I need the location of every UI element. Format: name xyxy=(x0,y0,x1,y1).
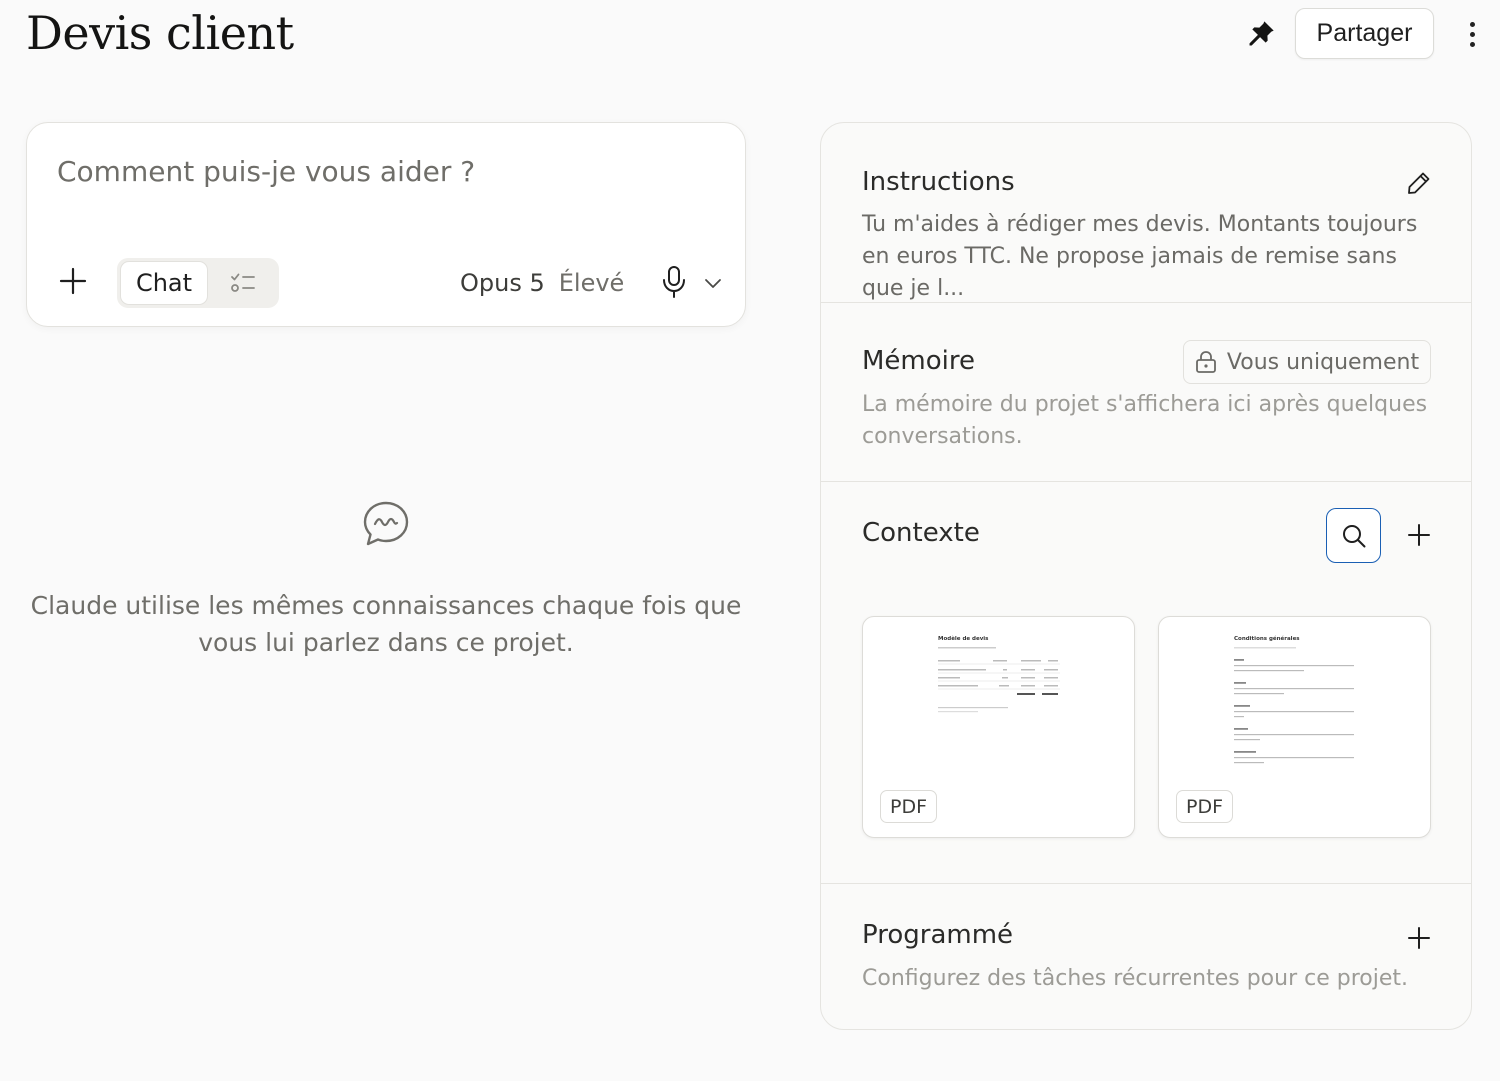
lock-icon xyxy=(1196,351,1216,373)
mode-chat-button[interactable]: Chat xyxy=(120,261,208,305)
mode-tasks-button[interactable] xyxy=(223,268,263,298)
microphone-icon xyxy=(663,266,685,298)
svg-text:Modèle de devis: Modèle de devis xyxy=(938,635,989,642)
more-options-button[interactable] xyxy=(1456,14,1488,54)
page-title: Devis client xyxy=(26,6,294,60)
scheduled-text: Configurez des tâches récurrentes pour c… xyxy=(862,966,1408,991)
edit-instructions-button[interactable] xyxy=(1399,163,1439,203)
model-selector[interactable]: Opus 5 Élevé xyxy=(460,265,624,301)
memory-text: La mémoire du projet s'affichera ici apr… xyxy=(862,392,1428,449)
pin-button[interactable] xyxy=(1243,16,1279,52)
prompt-input[interactable] xyxy=(57,151,697,191)
search-icon xyxy=(1342,524,1365,547)
voice-input-button[interactable] xyxy=(657,263,691,301)
file-type-badge: PDF xyxy=(1176,790,1233,823)
file-type-badge: PDF xyxy=(880,790,937,823)
memory-visibility-badge[interactable]: Vous uniquement xyxy=(1183,340,1431,384)
more-vertical-icon xyxy=(1469,21,1475,27)
instructions-section: Instructions Tu m'aides à rédiger mes de… xyxy=(821,123,1471,303)
tasks-icon xyxy=(231,273,255,292)
plus-icon xyxy=(1408,524,1430,546)
project-page: Devis client Partager Chat xyxy=(0,0,1500,1081)
share-button[interactable]: Partager xyxy=(1295,8,1434,59)
chat-bubble-icon xyxy=(363,501,409,546)
document-thumbnail: Conditions générales xyxy=(1234,635,1354,764)
add-scheduled-task-button[interactable] xyxy=(1399,918,1439,958)
file-card[interactable]: Modèle de devis PDF xyxy=(862,616,1135,838)
scheduled-title: Programmé xyxy=(862,920,1014,950)
file-card[interactable]: Conditions générales PDF xyxy=(1158,616,1431,838)
search-context-button[interactable] xyxy=(1326,508,1381,563)
context-title: Contexte xyxy=(862,518,980,548)
memory-badge-label: Vous uniquement xyxy=(1226,349,1420,375)
add-attachment-button[interactable] xyxy=(55,263,91,299)
chat-composer: Chat Opus 5 Élevé xyxy=(26,122,746,327)
plus-icon xyxy=(1408,927,1430,949)
memory-section: Mémoire Vous uniquement La mémoire du pr… xyxy=(821,303,1471,482)
pin-icon xyxy=(1249,21,1274,46)
voice-options-button[interactable] xyxy=(701,271,725,295)
model-name: Opus 5 xyxy=(460,269,545,297)
scheduled-section: Programmé Configurez des tâches récurren… xyxy=(821,884,1471,1029)
chevron-down-icon xyxy=(705,279,721,288)
plus-icon xyxy=(59,267,87,295)
model-effort: Élevé xyxy=(558,269,625,297)
instructions-title: Instructions xyxy=(862,167,1015,197)
project-sidebar: Instructions Tu m'aides à rédiger mes de… xyxy=(820,122,1472,1030)
document-thumbnail: Modèle de devis xyxy=(938,635,1060,713)
memory-title: Mémoire xyxy=(862,346,976,376)
pencil-icon xyxy=(1408,172,1430,194)
context-section: Contexte Modèle de devis PDF Conditions … xyxy=(821,482,1471,884)
add-context-button[interactable] xyxy=(1399,515,1439,555)
mode-toggle: Chat xyxy=(117,258,279,308)
svg-text:Conditions générales: Conditions générales xyxy=(1234,635,1300,642)
empty-state-text: Claude utilise les mêmes connaissances c… xyxy=(30,591,742,657)
instructions-text: Tu m'aides à rédiger mes devis. Montants… xyxy=(862,212,1418,301)
